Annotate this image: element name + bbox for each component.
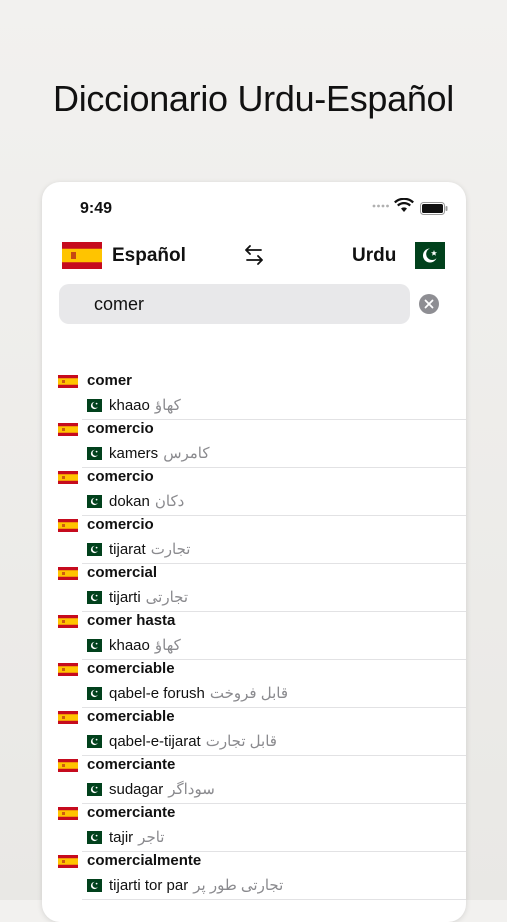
result-urdu: تجارتی	[145, 589, 189, 606]
language-bar: Español Urdu	[42, 242, 466, 272]
result-term: comerciante	[87, 804, 176, 821]
result-transliteration: khaao	[109, 637, 150, 654]
result-term: comercialmente	[87, 852, 202, 869]
spain-flag-icon	[58, 615, 78, 628]
spain-flag-icon	[58, 471, 78, 484]
result-urdu: تجارتی طور پر	[193, 877, 284, 894]
result-transliteration: qabel-e-tijarat	[109, 733, 201, 750]
result-term: comer	[87, 372, 133, 389]
result-term: comercio	[87, 516, 154, 533]
pakistan-flag-icon	[82, 495, 102, 508]
spain-flag-icon	[58, 759, 78, 772]
result-entry[interactable]: comerciable qabel-e-tijarat قابل تجارت	[42, 708, 466, 756]
spain-flag-icon	[58, 711, 78, 724]
pakistan-flag-icon	[82, 447, 102, 460]
source-language-label[interactable]: Español	[112, 245, 186, 267]
pakistan-flag-icon[interactable]	[405, 242, 445, 269]
spain-flag-icon	[58, 375, 78, 388]
result-term: comercial	[87, 564, 158, 581]
pakistan-flag-icon	[82, 687, 102, 700]
search-input[interactable]	[94, 284, 394, 324]
result-transliteration: kamers	[109, 445, 159, 462]
spain-flag-icon	[58, 519, 78, 532]
pakistan-flag-icon	[82, 735, 102, 748]
close-icon	[424, 299, 434, 309]
result-entry[interactable]: comercio dokan دکان	[42, 468, 466, 516]
pakistan-flag-icon	[82, 399, 102, 412]
result-urdu: کامرس	[163, 445, 210, 462]
result-term: comerciable	[87, 660, 175, 677]
result-urdu: قابل فروخت	[209, 685, 289, 702]
battery-icon	[420, 202, 448, 215]
spain-flag-icon	[58, 807, 78, 820]
result-transliteration: dokan	[109, 493, 150, 510]
result-term: comercio	[87, 420, 154, 437]
result-urdu: تاجر	[138, 829, 165, 846]
signal-dots-icon	[372, 204, 389, 208]
result-entry[interactable]: comerciable qabel-e forush قابل فروخت	[42, 660, 466, 708]
result-entry[interactable]: comercio kamers کامرس	[42, 420, 466, 468]
result-entry[interactable]: comercial tijarti تجارتی	[42, 564, 466, 612]
result-transliteration: tijarti	[109, 589, 141, 606]
result-urdu: کھاؤ	[154, 637, 181, 654]
result-entry[interactable]: comerciante tajir تاجر	[42, 804, 466, 852]
result-urdu: سوداگر	[168, 781, 215, 798]
result-urdu: قابل تجارت	[205, 733, 277, 750]
search-field[interactable]	[59, 284, 410, 324]
pakistan-flag-icon	[82, 543, 102, 556]
result-entry[interactable]: comer khaao کھاؤ	[42, 372, 466, 420]
app-headline: Diccionario Urdu-Español	[53, 78, 454, 119]
status-bar: 9:49	[42, 198, 466, 220]
pakistan-flag-icon	[82, 639, 102, 652]
result-term: comerciante	[87, 756, 176, 773]
result-transliteration: tijarat	[109, 541, 146, 558]
target-language-label[interactable]: Urdu	[352, 245, 396, 267]
result-term: comer hasta	[87, 612, 176, 629]
result-term: comerciable	[87, 708, 175, 725]
spain-flag-icon[interactable]	[62, 242, 102, 269]
wifi-icon	[394, 198, 414, 212]
pakistan-flag-icon	[82, 591, 102, 604]
pakistan-flag-icon	[82, 879, 102, 892]
result-urdu: تجارت	[150, 541, 191, 558]
pakistan-flag-icon	[82, 783, 102, 796]
status-time: 9:49	[80, 200, 113, 217]
result-entry[interactable]: comer hasta khaao کھاؤ	[42, 612, 466, 660]
spain-flag-icon	[58, 567, 78, 580]
result-transliteration: qabel-e forush	[109, 685, 205, 702]
result-transliteration: tajir	[109, 829, 134, 846]
result-entry[interactable]: comercialmente tijarti tor par تجارتی طور …	[42, 852, 466, 900]
phone-screen: 9:49 Español Urdu comer comer khaao کھاؤ…	[42, 182, 466, 922]
result-urdu: دکان	[154, 493, 185, 510]
swap-languages-icon[interactable]	[242, 243, 266, 267]
pakistan-flag-icon	[82, 831, 102, 844]
result-transliteration: tijarti tor par	[109, 877, 189, 894]
result-entry[interactable]: comerciante sudagar سوداگر	[42, 756, 466, 804]
result-transliteration: khaao	[109, 397, 150, 414]
results-list: comer khaao کھاؤ comercio kamers کامرس comerci…	[42, 372, 466, 900]
result-term: comercio	[87, 468, 154, 485]
spain-flag-icon	[58, 423, 78, 436]
clear-search-button[interactable]	[419, 294, 439, 314]
result-transliteration: sudagar	[109, 781, 164, 798]
spain-flag-icon	[58, 855, 78, 868]
result-entry[interactable]: comercio tijarat تجارت	[42, 516, 466, 564]
spain-flag-icon	[58, 663, 78, 676]
result-urdu: کھاؤ	[154, 397, 181, 414]
